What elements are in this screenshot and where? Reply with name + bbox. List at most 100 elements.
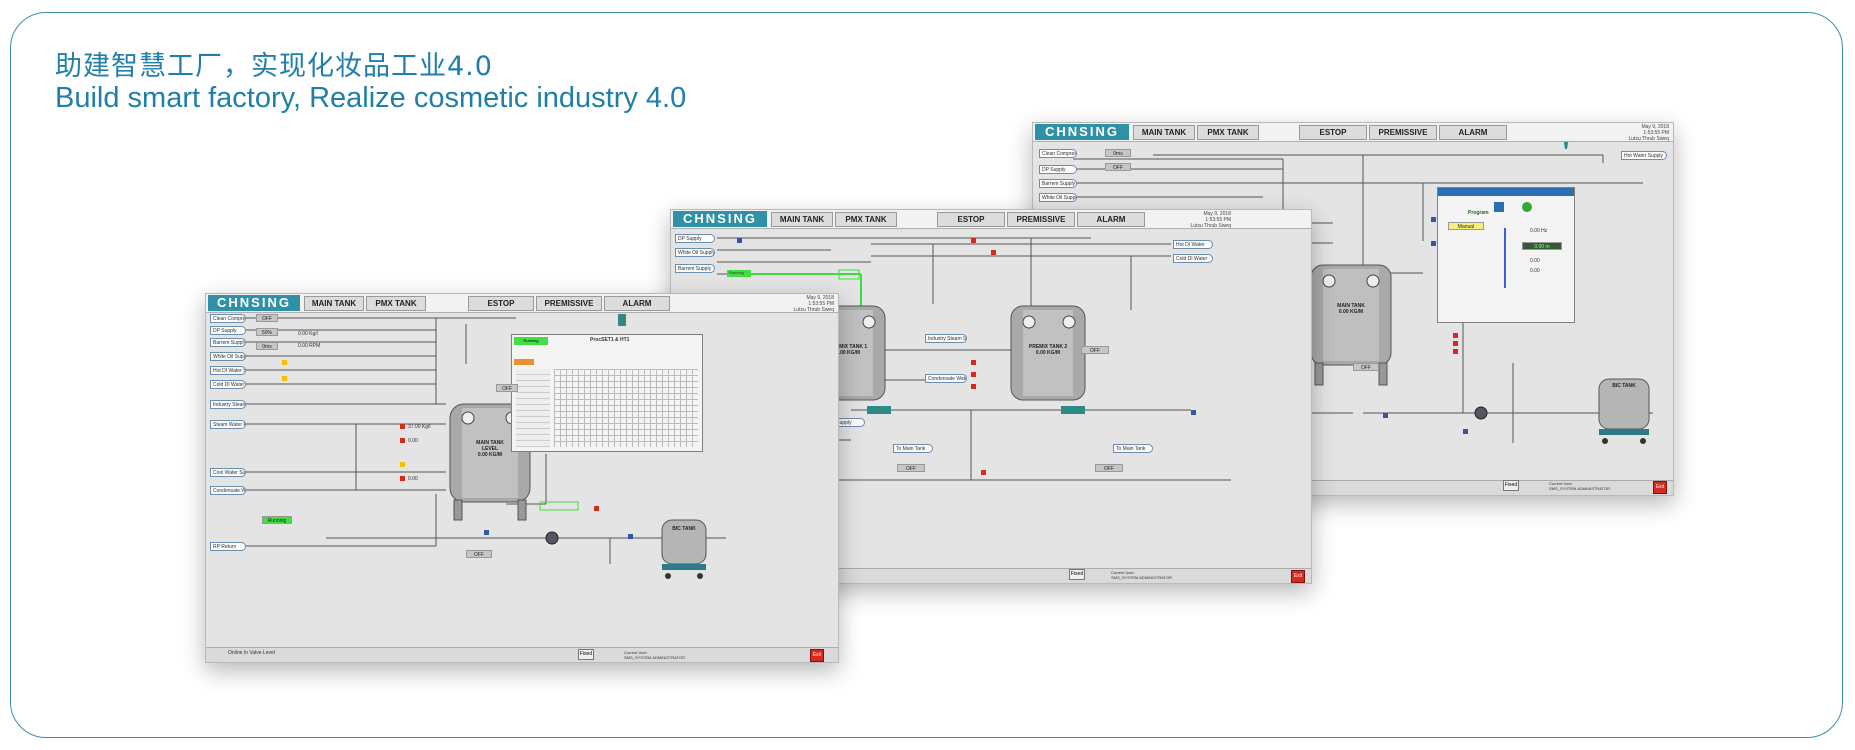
supply-button[interactable]: Cold DI Water	[1173, 254, 1213, 263]
value-box: 50%	[256, 328, 278, 336]
hmi-logo: CHNSING	[1035, 124, 1129, 140]
tank-label: MAIN TANK LEVEL 0.00 KG/M	[476, 440, 504, 458]
supply-button[interactable]: Barrem Supply	[210, 338, 246, 347]
value-readout: 37.00 Kg/l	[408, 424, 431, 430]
hmi-logo: CHNSING	[673, 211, 767, 227]
popup-value: 0.00	[1530, 268, 1540, 274]
tank-label: PREMIX TANK 2 0.00 KG/M	[1028, 344, 1068, 356]
tank-label: BIC TANK	[672, 526, 696, 532]
current-user: Current User SMS_SYSTEM ADMINISTRATOR	[624, 650, 685, 660]
popup-value: 0.00 m	[1522, 242, 1562, 250]
main-tank-3	[1310, 264, 1392, 386]
recipe-title: ProcSET1 & HT1	[590, 337, 630, 343]
current-user: Current User SMS_SYSTEM ADMINISTRATOR	[1111, 570, 1172, 580]
supply-button[interactable]: Cool Water Supply	[210, 468, 246, 477]
value-box: OFF	[1353, 363, 1379, 371]
tab-estop[interactable]: ESTOP	[1299, 125, 1367, 140]
fixed-button[interactable]: Fixed	[1503, 480, 1519, 491]
fixed-button[interactable]: Fixed	[578, 649, 594, 660]
supply-button[interactable]: Clean Compressed Air	[1039, 149, 1077, 158]
supply-button[interactable]: RP Return	[210, 542, 246, 551]
pump-status: Running	[262, 516, 292, 524]
page-title-en: Build smart factory, Realize cosmetic in…	[55, 82, 687, 114]
tab-estop[interactable]: ESTOP	[937, 212, 1005, 227]
supply-button[interactable]: Steam Water Return	[210, 420, 246, 429]
supply-button[interactable]: Clean Compressed Air	[210, 314, 246, 323]
value-readout: 0.00	[408, 438, 418, 444]
supply-button[interactable]: White Oil Supply	[1039, 193, 1077, 202]
status-text: Online In Valve Level	[228, 650, 275, 656]
pump-status: Running	[729, 270, 744, 275]
supply-button[interactable]: DP Supply	[675, 234, 715, 243]
level-bar	[1504, 228, 1506, 288]
tab-alarm[interactable]: ALARM	[604, 296, 670, 311]
step-list[interactable]	[516, 369, 550, 447]
value-box: OFF	[897, 464, 925, 472]
supply-button[interactable]: To Main Tank	[1113, 444, 1153, 453]
hmi-screen-main-tank: Running ProcSET1 & HT1 CHNSING MAIN TANK…	[205, 293, 839, 663]
step-grid[interactable]	[554, 369, 698, 447]
supply-button[interactable]: White Oil Supply	[675, 248, 715, 257]
tab-alarm[interactable]: ALARM	[1439, 125, 1507, 140]
page-title-cn: 助建智慧工厂，实现化妆品工业4.0	[55, 51, 493, 82]
value-box: 0ms	[256, 342, 278, 350]
vfd-popup-panel[interactable]: Program Manual 0.00 Hz 0.00 m 0.00 0.00	[1437, 187, 1575, 323]
run-indicator-icon	[1522, 202, 1532, 212]
tab-main-tank[interactable]: MAIN TANK	[1133, 125, 1195, 140]
value-box: OFF	[466, 550, 492, 558]
tab-premissive[interactable]: PREMISSIVE	[536, 296, 602, 311]
popup-value: 0.00	[1530, 258, 1540, 264]
supply-button[interactable]: Hot Water Supply	[1621, 151, 1667, 160]
popup-program-label: Program	[1468, 210, 1489, 216]
supply-button[interactable]: Hot DI Water	[1173, 240, 1213, 249]
value-readout: 0.00 RPM	[298, 343, 321, 349]
active-step[interactable]	[514, 359, 534, 365]
user-icon[interactable]	[1494, 202, 1504, 212]
tab-pmx-tank[interactable]: PMX TANK	[1197, 125, 1259, 140]
tab-pmx-tank[interactable]: PMX TANK	[835, 212, 897, 227]
supply-button[interactable]: Barrem Supply	[1039, 179, 1077, 188]
supply-button[interactable]: White Oil Supply	[210, 352, 246, 361]
tab-estop[interactable]: ESTOP	[468, 296, 534, 311]
value-readout: 0.00	[408, 476, 418, 482]
tab-premissive[interactable]: PREMISSIVE	[1369, 125, 1437, 140]
tab-main-tank[interactable]: MAIN TANK	[304, 296, 364, 311]
popup-titlebar	[1438, 188, 1574, 196]
recipe-step-panel[interactable]: Running ProcSET1 & HT1	[511, 334, 703, 452]
supply-button[interactable]: DP Supply	[1039, 165, 1077, 174]
hmi-logo: CHNSING	[208, 295, 300, 311]
tab-pmx-tank[interactable]: PMX TANK	[366, 296, 426, 311]
supply-button[interactable]: To Main Tank	[893, 444, 933, 453]
tab-main-tank[interactable]: MAIN TANK	[771, 212, 833, 227]
value-readout: 0.00 Kg/l	[298, 331, 318, 337]
value-box: OFF	[496, 384, 518, 392]
value-box: OFF	[1105, 163, 1131, 171]
exit-button[interactable]: Exit	[1653, 481, 1667, 494]
tab-alarm[interactable]: ALARM	[1077, 212, 1145, 227]
value-box: OFF	[1095, 464, 1123, 472]
supply-button[interactable]: Condensate Water Return	[925, 374, 967, 383]
tank-label: MAIN TANK 0.00 KG/M	[1337, 303, 1365, 315]
supply-button[interactable]: Condensate Water Return	[210, 486, 246, 495]
supply-button[interactable]: Industry Steam Supply	[210, 400, 246, 409]
exit-button[interactable]: Exit	[810, 649, 824, 662]
datetime-display: May 9, 2018 1:53:55 PM Lutzu Thrub Sweq	[793, 295, 835, 313]
datetime-display: May 9, 2018 1:53:55 PM Lutzu Thrub Sweq	[1628, 124, 1670, 142]
value-box: OFF	[1081, 346, 1109, 354]
supply-button[interactable]: Cold DI Water Supply	[210, 380, 246, 389]
statusbar	[206, 647, 838, 662]
value-box: OFF	[256, 314, 278, 322]
popup-freq: 0.00 Hz	[1530, 228, 1548, 234]
popup-mode[interactable]: Manual	[1448, 222, 1484, 230]
value-box: 0ms	[1105, 149, 1131, 157]
fixed-button[interactable]: Fixed	[1069, 569, 1085, 580]
supply-button[interactable]: Industry Steam Supply	[925, 334, 967, 343]
supply-button[interactable]: Barrem Supply	[675, 264, 715, 273]
datetime-display: May 9, 2018 1:53:55 PM Lutzu Thrub Sweq	[1190, 211, 1232, 229]
recipe-status: Running	[514, 337, 548, 345]
current-user: Current User SMS_SYSTEM ADMINISTRATOR	[1549, 481, 1610, 491]
supply-button[interactable]: Hot DI Water Supply	[210, 366, 246, 375]
supply-button[interactable]: DP Supply	[210, 326, 246, 335]
exit-button[interactable]: Exit	[1291, 570, 1305, 583]
tab-premissive[interactable]: PREMISSIVE	[1007, 212, 1075, 227]
